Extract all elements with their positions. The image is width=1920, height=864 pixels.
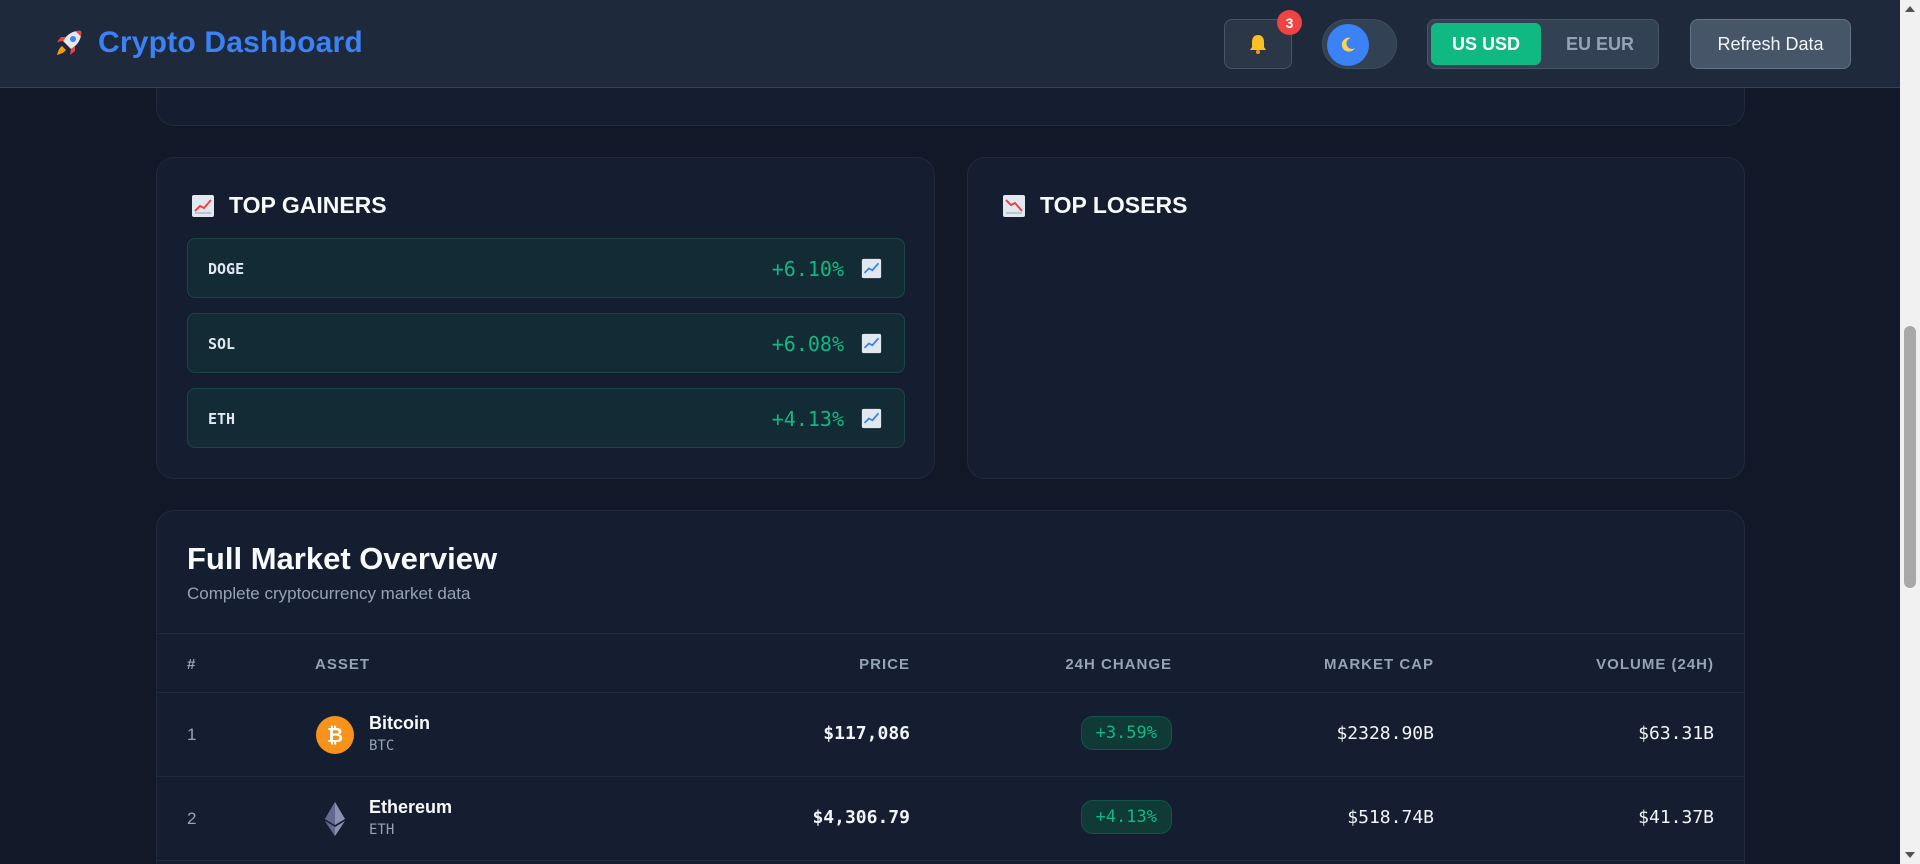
asset-volume: $63.31B xyxy=(1638,723,1714,744)
change-badge: +4.13% xyxy=(1080,800,1172,834)
row-rank: 1 xyxy=(187,725,197,744)
asset-market-cap: $518.74B xyxy=(1347,807,1434,828)
asset-price: $117,086 xyxy=(823,723,910,744)
market-title: Full Market Overview xyxy=(187,541,498,576)
moon-icon xyxy=(1341,37,1355,52)
scroll-up-arrow-icon[interactable] xyxy=(1905,6,1915,12)
column-volume[interactable]: VOLUME (24H) xyxy=(1596,656,1714,673)
top-bar: Crypto Dashboard 3 US USD EU EUR Refresh… xyxy=(0,0,1900,88)
currency-switch: US USD EU EUR xyxy=(1427,19,1659,69)
gainer-row[interactable]: ETH +4.13% xyxy=(187,388,905,448)
gainer-change: +6.08% xyxy=(771,332,844,356)
market-subtitle: Complete cryptocurrency market data xyxy=(187,584,471,603)
scroll-thumb[interactable] xyxy=(1904,326,1916,588)
gainer-symbol: ETH xyxy=(208,410,236,428)
table-header: # ASSET PRICE 24H CHANGE MARKET CAP VOLU… xyxy=(157,633,1744,693)
chart-up-icon xyxy=(861,408,882,429)
row-rank: 2 xyxy=(187,809,197,828)
svg-text:₿: ₿ xyxy=(327,723,343,747)
app-title: Crypto Dashboard xyxy=(98,26,363,59)
bell-icon xyxy=(1250,35,1266,54)
asset-name: Bitcoin xyxy=(369,713,430,733)
gainer-symbol: DOGE xyxy=(208,260,245,278)
chart-down-icon xyxy=(1003,194,1025,217)
gainer-symbol: SOL xyxy=(208,335,236,353)
column-24h-change[interactable]: 24H CHANGE xyxy=(1065,656,1172,673)
theme-toggle[interactable] xyxy=(1322,19,1397,69)
top-gainers-title: TOP GAINERS xyxy=(229,192,387,218)
asset-volume: $41.37B xyxy=(1638,807,1714,828)
asset-market-cap: $2328.90B xyxy=(1336,723,1434,744)
gainer-row[interactable]: DOGE +6.10% xyxy=(187,238,905,298)
page-scrollbar[interactable] xyxy=(1900,0,1920,864)
ethereum-icon xyxy=(325,802,345,836)
refresh-data-button[interactable]: Refresh Data xyxy=(1690,19,1851,69)
scroll-down-arrow-icon[interactable] xyxy=(1905,852,1915,858)
chart-up-icon xyxy=(192,194,214,217)
column-price[interactable]: PRICE xyxy=(859,656,910,673)
column-asset[interactable]: ASSET xyxy=(315,656,370,673)
gainer-change: +6.10% xyxy=(771,257,844,281)
rocket-icon xyxy=(57,30,82,55)
asset-symbol: ETH xyxy=(369,822,395,838)
top-losers-title: TOP LOSERS xyxy=(1040,192,1188,218)
asset-symbol: BTC xyxy=(369,738,395,754)
top-gainers-card: TOP GAINERS DOGE +6.10% SOL +6.08% ETH +… xyxy=(156,157,935,479)
theme-knob xyxy=(1327,24,1369,66)
notification-badge: 3 xyxy=(1277,10,1302,35)
top-losers-card: TOP LOSERS xyxy=(967,157,1745,479)
column-rank[interactable]: # xyxy=(187,656,196,673)
change-badge: +3.59% xyxy=(1080,716,1172,750)
gainer-row[interactable]: SOL +6.08% xyxy=(187,313,905,373)
asset-price: $4,306.79 xyxy=(812,807,910,828)
currency-eur-option[interactable]: EU EUR xyxy=(1545,23,1655,65)
market-overview-card: Full Market Overview Complete cryptocurr… xyxy=(156,510,1745,864)
table-row[interactable]: 1 ₿ Bitcoin BTC $117,086 +3.59% $2328.90… xyxy=(157,693,1744,777)
table-row[interactable]: 2 Ethereum ETH $4,306.79 +4.13% $518.74B… xyxy=(157,777,1744,861)
currency-usd-option[interactable]: US USD xyxy=(1431,23,1541,65)
gainer-change: +4.13% xyxy=(771,407,844,431)
brand: Crypto Dashboard xyxy=(52,26,363,60)
column-market-cap[interactable]: MARKET CAP xyxy=(1324,656,1434,673)
chart-up-icon xyxy=(861,258,882,279)
bitcoin-icon: ₿ xyxy=(316,716,354,754)
asset-name: Ethereum xyxy=(369,797,453,817)
chart-up-icon xyxy=(861,333,882,354)
